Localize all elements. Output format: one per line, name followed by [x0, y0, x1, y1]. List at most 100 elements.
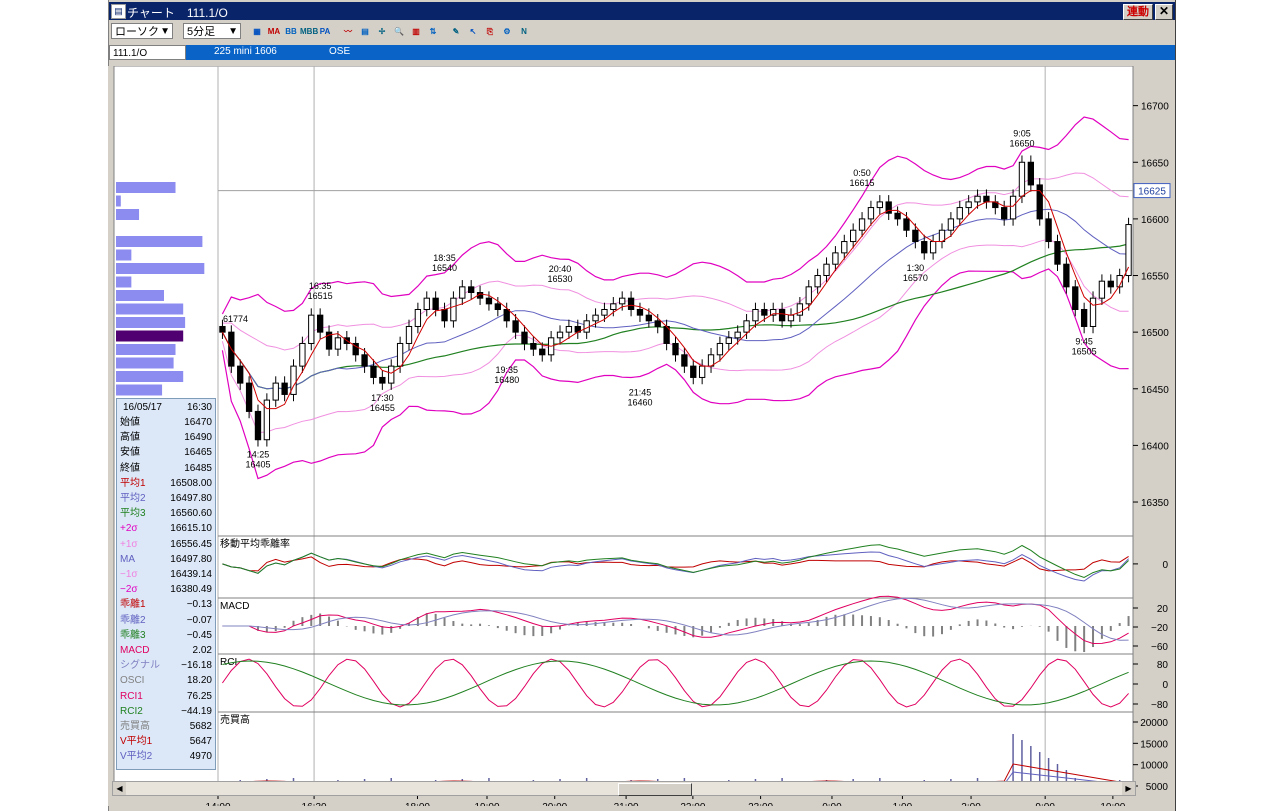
candle-body: [530, 342, 537, 350]
scroll-right-icon[interactable]: ▶: [1122, 782, 1135, 795]
candle-body: [752, 308, 759, 322]
candle-body: [672, 342, 679, 356]
scroll-thumb[interactable]: [618, 783, 692, 796]
candle-body: [912, 229, 919, 243]
subchart-label: MACD: [220, 601, 249, 612]
table-icon[interactable]: ▥: [408, 24, 424, 39]
data-row-label: 終値: [120, 462, 140, 474]
link-button[interactable]: 連動: [1123, 4, 1153, 20]
time-tick-label: 19:00: [474, 802, 499, 806]
annotation-price: 16615: [850, 178, 875, 188]
data-row-value: 2.02: [192, 645, 212, 656]
data-row-value: 5682: [189, 721, 212, 732]
volume-profile-bar: [116, 384, 163, 396]
data-panel-header: 16/05/17 16:30: [120, 400, 212, 415]
subchart-tick-label: 15000: [1140, 739, 1168, 750]
data-row-label: シグナル: [120, 660, 160, 672]
pen-icon[interactable]: ✎: [448, 24, 464, 39]
candle-body: [627, 297, 635, 310]
annotation-price: 16650: [1009, 138, 1034, 148]
candle-body: [281, 382, 288, 395]
data-row-label: +2σ: [120, 523, 138, 535]
interval-select[interactable]: 5分足 ▼: [183, 23, 241, 39]
ma-icon[interactable]: MA: [266, 24, 282, 39]
annotation-time: 19:35: [495, 365, 518, 375]
pointer-icon[interactable]: ↖: [465, 24, 481, 39]
candle-body: [698, 365, 706, 378]
annotation-time: 9:05: [1013, 128, 1031, 138]
data-row-value: 16556.45: [170, 538, 212, 550]
candle-body: [1089, 297, 1097, 327]
volume-profile-bar: [116, 195, 121, 207]
bb-icon[interactable]: BB: [283, 24, 299, 39]
annotation-time: 21:45: [629, 387, 652, 397]
candle-body: [814, 275, 821, 288]
data-row: OSCI 18.20: [120, 673, 212, 688]
data-row-label: V平均2: [120, 751, 153, 763]
candle-body: [743, 320, 750, 333]
candle-body: [610, 303, 617, 310]
chevron-down-icon: ▼: [160, 26, 170, 37]
copy-icon[interactable]: ⎘: [482, 24, 498, 39]
data-row-value: 16497.80: [170, 493, 212, 504]
data-panel: 16/05/17 16:30 始値 16470 高値 16490 安値 16465 終値 16…: [116, 398, 216, 770]
time-tick-label: 9:00: [1035, 802, 1055, 806]
volume-profile-bar: [116, 263, 205, 274]
cross-icon[interactable]: ✢: [374, 24, 390, 39]
data-row-value: 76.25: [186, 690, 212, 702]
close-button[interactable]: ✕: [1155, 4, 1173, 20]
candle-body: [556, 331, 564, 339]
candle-body: [1098, 280, 1106, 299]
data-row-label: MACD: [120, 645, 150, 656]
swap-icon[interactable]: ⇅: [425, 24, 441, 39]
data-row: 高値 16490: [120, 430, 212, 445]
annotation-price: 16405: [245, 460, 270, 470]
title-bar[interactable]: ▤ チャート 111.1/O 連動 ✕: [109, 2, 1175, 20]
layout-icon[interactable]: ▦: [249, 24, 265, 39]
n-icon[interactable]: N: [516, 24, 532, 39]
candle-body: [459, 286, 466, 299]
candle-body: [441, 308, 448, 322]
candle-body: [503, 308, 510, 322]
settings-icon[interactable]: ⚙: [499, 24, 515, 39]
candle-body: [903, 218, 910, 231]
data-row-value: 16560.60: [170, 508, 212, 520]
mbb-icon[interactable]: MBB: [300, 24, 318, 39]
data-row-value: −44.19: [181, 705, 212, 717]
candle-body: [850, 229, 857, 243]
volume-profile-bar: [116, 357, 174, 369]
price-chart[interactable]: 16700 16650 16600 16550 16500 16450 16400 16350…: [108, 66, 1174, 806]
subchart-tick-label: −60: [1151, 642, 1168, 653]
subchart-tick-label: 0: [1162, 680, 1168, 691]
time-tick-label: 1:00: [893, 802, 913, 806]
candle-body: [1080, 308, 1088, 327]
subchart-label: 移動平均乖離率: [220, 537, 290, 550]
scroll-left-icon[interactable]: ◀: [113, 782, 126, 795]
candle-body: [219, 325, 226, 333]
annotation-time: 20:40: [549, 264, 572, 274]
annotation-price: 16515: [308, 291, 333, 301]
candle-body: [512, 320, 519, 333]
zoom-icon[interactable]: 🔍: [391, 24, 407, 39]
candle-body: [601, 308, 608, 316]
pa-icon[interactable]: PA: [317, 24, 333, 39]
exchange-name: OSE: [329, 46, 351, 57]
data-row: 平均1 16508.00: [120, 476, 212, 491]
line-icon[interactable]: 〰: [340, 24, 356, 39]
horizontal-scrollbar[interactable]: ◀ ▶: [112, 781, 1136, 796]
chart-type-select[interactable]: ローソク ▼: [111, 23, 173, 39]
candle-body: [237, 365, 244, 384]
annotation-time: 9:45: [1075, 336, 1093, 346]
candle-body: [921, 241, 928, 254]
data-row-value: 4970: [189, 751, 212, 763]
grid-icon[interactable]: ▤: [357, 24, 373, 39]
candle-body: [1107, 280, 1114, 288]
symbol-code[interactable]: 111.1/O: [109, 45, 186, 60]
data-row: 始値 16470: [120, 415, 212, 430]
symbol-name: 225 mini 1606: [214, 46, 277, 57]
data-row-label: 高値: [120, 432, 140, 444]
candle-body: [414, 308, 422, 327]
candle-body: [539, 348, 546, 356]
candle-body: [388, 365, 395, 384]
candle-body: [272, 382, 279, 401]
